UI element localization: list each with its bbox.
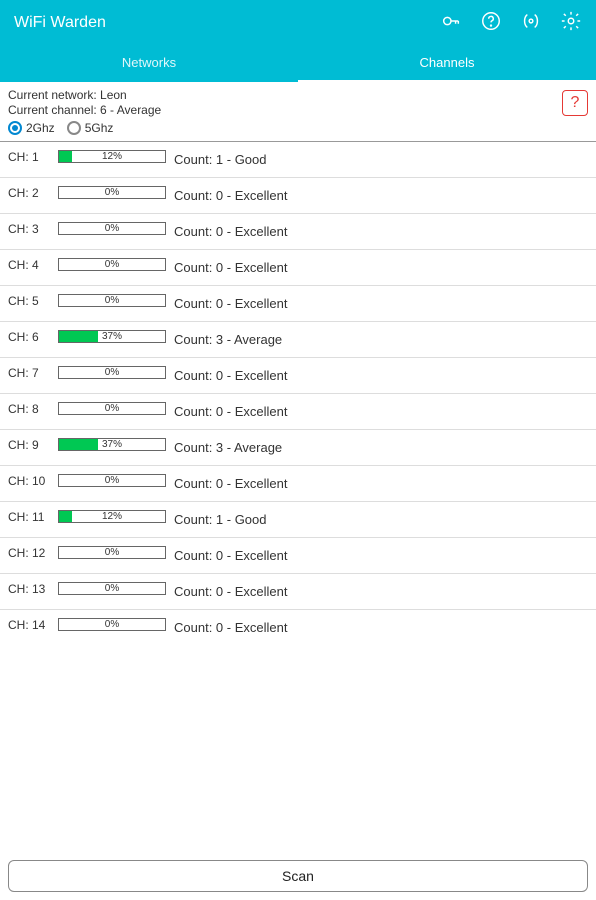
usage-bar: 0% — [58, 258, 166, 271]
usage-bar-percent: 0% — [59, 259, 165, 270]
channel-row: CH: 6 37% Count: 3 - Average — [0, 322, 596, 358]
usage-bar: 0% — [58, 294, 166, 307]
usage-bar-percent: 0% — [59, 547, 165, 558]
usage-bar: 12% — [58, 510, 166, 523]
app-title: WiFi Warden — [14, 14, 440, 32]
channel-label: CH: 5 — [8, 294, 50, 308]
band-radio-2ghz[interactable]: 2Ghz — [8, 121, 55, 135]
channel-row: CH: 4 0% Count: 0 - Excellent — [0, 250, 596, 286]
footer-bar: Scan — [0, 852, 596, 900]
titlebar: WiFi Warden — [0, 0, 596, 46]
channel-row: CH: 13 0% Count: 0 - Excellent — [0, 574, 596, 610]
settings-icon[interactable] — [560, 10, 582, 37]
channel-label: CH: 13 — [8, 582, 50, 596]
channel-row: CH: 2 0% Count: 0 - Excellent — [0, 178, 596, 214]
app-root: WiFi Warden NetworksChannels Current net… — [0, 0, 596, 900]
tab-bar: NetworksChannels — [0, 46, 596, 82]
channel-row: CH: 7 0% Count: 0 - Excellent — [0, 358, 596, 394]
tab-channels[interactable]: Channels — [298, 46, 596, 82]
channel-status: Count: 0 - Excellent — [174, 470, 287, 491]
channel-status: Count: 0 - Excellent — [174, 362, 287, 383]
key-icon[interactable] — [440, 10, 462, 37]
channel-label: CH: 7 — [8, 366, 50, 380]
channel-status: Count: 0 - Excellent — [174, 542, 287, 563]
usage-bar-percent: 0% — [59, 367, 165, 378]
tab-networks[interactable]: Networks — [0, 46, 298, 82]
channel-status: Count: 3 - Average — [174, 326, 282, 347]
channel-status: Count: 0 - Excellent — [174, 290, 287, 311]
usage-bar-percent: 12% — [59, 511, 165, 522]
current-network-label: Current network: Leon — [8, 88, 588, 102]
channel-label: CH: 11 — [8, 510, 50, 524]
radio-label: 2Ghz — [26, 121, 55, 135]
channel-row: CH: 11 12% Count: 1 - Good — [0, 502, 596, 538]
usage-bar-percent: 0% — [59, 475, 165, 486]
help-button[interactable]: ? — [562, 90, 588, 116]
channel-label: CH: 4 — [8, 258, 50, 272]
channel-label: CH: 8 — [8, 402, 50, 416]
channel-label: CH: 6 — [8, 330, 50, 344]
app-header: WiFi Warden NetworksChannels — [0, 0, 596, 82]
signal-icon[interactable] — [520, 10, 542, 37]
channel-status: Count: 0 - Excellent — [174, 398, 287, 419]
usage-bar-percent: 0% — [59, 223, 165, 234]
radio-label: 5Ghz — [85, 121, 114, 135]
channel-status: Count: 1 - Good — [174, 146, 267, 167]
content-area: Current network: Leon Current channel: 6… — [0, 82, 596, 852]
header-icons — [440, 10, 582, 37]
info-panel: Current network: Leon Current channel: 6… — [0, 82, 596, 142]
channel-status: Count: 0 - Excellent — [174, 614, 287, 635]
channel-status: Count: 3 - Average — [174, 434, 282, 455]
channel-status: Count: 0 - Excellent — [174, 578, 287, 599]
usage-bar: 12% — [58, 150, 166, 163]
usage-bar: 0% — [58, 186, 166, 199]
channel-label: CH: 3 — [8, 222, 50, 236]
channel-status: Count: 0 - Excellent — [174, 218, 287, 239]
usage-bar: 0% — [58, 474, 166, 487]
usage-bar: 37% — [58, 330, 166, 343]
usage-bar: 0% — [58, 366, 166, 379]
channel-label: CH: 1 — [8, 150, 50, 164]
channel-row: CH: 8 0% Count: 0 - Excellent — [0, 394, 596, 430]
channel-row: CH: 3 0% Count: 0 - Excellent — [0, 214, 596, 250]
usage-bar: 0% — [58, 582, 166, 595]
usage-bar-percent: 0% — [59, 583, 165, 594]
channel-label: CH: 9 — [8, 438, 50, 452]
channel-label: CH: 10 — [8, 474, 50, 488]
usage-bar: 0% — [58, 546, 166, 559]
channel-row: CH: 14 0% Count: 0 - Excellent — [0, 610, 596, 645]
help-icon[interactable] — [480, 10, 502, 37]
usage-bar: 37% — [58, 438, 166, 451]
usage-bar-percent: 0% — [59, 187, 165, 198]
channel-row: CH: 10 0% Count: 0 - Excellent — [0, 466, 596, 502]
channel-list: CH: 1 12% Count: 1 - Good CH: 2 0% Count: 0 -… — [0, 142, 596, 645]
channel-status: Count: 1 - Good — [174, 506, 267, 527]
channel-label: CH: 14 — [8, 618, 50, 632]
usage-bar-percent: 37% — [59, 331, 165, 342]
usage-bar-percent: 37% — [59, 439, 165, 450]
channel-row: CH: 9 37% Count: 3 - Average — [0, 430, 596, 466]
channel-row: CH: 1 12% Count: 1 - Good — [0, 142, 596, 178]
band-radio-5ghz[interactable]: 5Ghz — [67, 121, 114, 135]
radio-circle-icon — [8, 121, 22, 135]
channel-row: CH: 12 0% Count: 0 - Excellent — [0, 538, 596, 574]
band-radio-group: 2Ghz 5Ghz — [8, 121, 588, 135]
scan-button[interactable]: Scan — [8, 860, 588, 892]
channel-label: CH: 2 — [8, 186, 50, 200]
usage-bar-percent: 0% — [59, 295, 165, 306]
usage-bar: 0% — [58, 402, 166, 415]
usage-bar-percent: 0% — [59, 619, 165, 630]
channel-status: Count: 0 - Excellent — [174, 254, 287, 275]
channel-row: CH: 5 0% Count: 0 - Excellent — [0, 286, 596, 322]
usage-bar-percent: 0% — [59, 403, 165, 414]
current-channel-label: Current channel: 6 - Average — [8, 103, 588, 117]
usage-bar: 0% — [58, 618, 166, 631]
usage-bar-percent: 12% — [59, 151, 165, 162]
usage-bar: 0% — [58, 222, 166, 235]
channel-status: Count: 0 - Excellent — [174, 182, 287, 203]
channel-label: CH: 12 — [8, 546, 50, 560]
radio-circle-icon — [67, 121, 81, 135]
